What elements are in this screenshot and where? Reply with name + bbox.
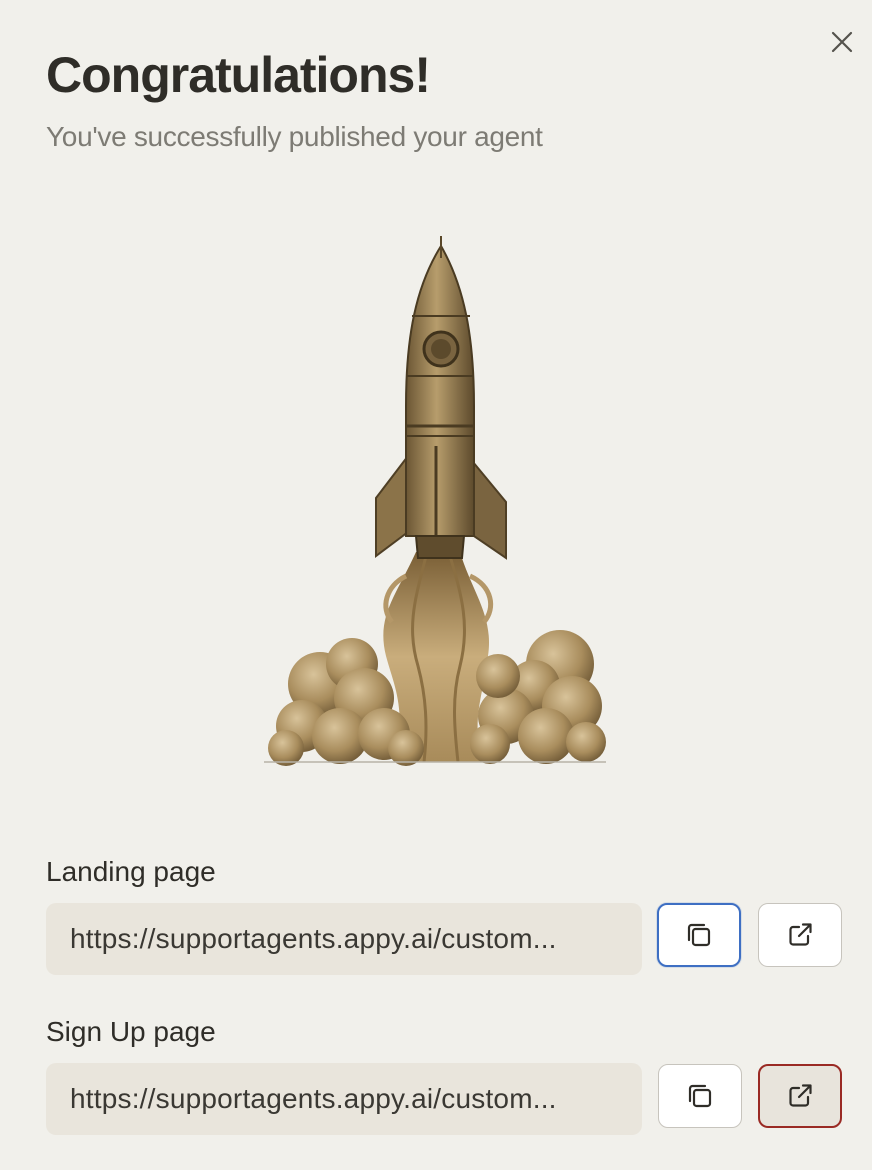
close-icon: [831, 31, 853, 53]
dialog-subtitle: You've successfully published your agent: [46, 121, 543, 152]
landing-page-label: Landing page: [46, 856, 216, 887]
external-link-icon: [789, 923, 812, 946]
copy-signup-url-button[interactable]: [658, 1064, 742, 1128]
landing-page-url: https://supportagents.appy.ai/custom...: [70, 923, 557, 954]
open-landing-page-button[interactable]: [758, 903, 842, 967]
rocket-launch-illustration: [264, 236, 606, 766]
dialog-title: Congratulations!: [46, 47, 431, 103]
copy-landing-url-button[interactable]: [657, 903, 741, 967]
signup-page-label: Sign Up page: [46, 1016, 216, 1047]
open-signup-page-button[interactable]: [758, 1064, 842, 1128]
signup-page-url: https://supportagents.appy.ai/custom...: [70, 1083, 557, 1114]
copy-icon: [687, 923, 711, 947]
close-button[interactable]: [824, 24, 860, 60]
copy-icon: [688, 1084, 712, 1108]
signup-page-url-field[interactable]: https://supportagents.appy.ai/custom...: [46, 1063, 642, 1135]
landing-page-url-field[interactable]: https://supportagents.appy.ai/custom...: [46, 903, 642, 975]
external-link-icon: [789, 1084, 812, 1107]
